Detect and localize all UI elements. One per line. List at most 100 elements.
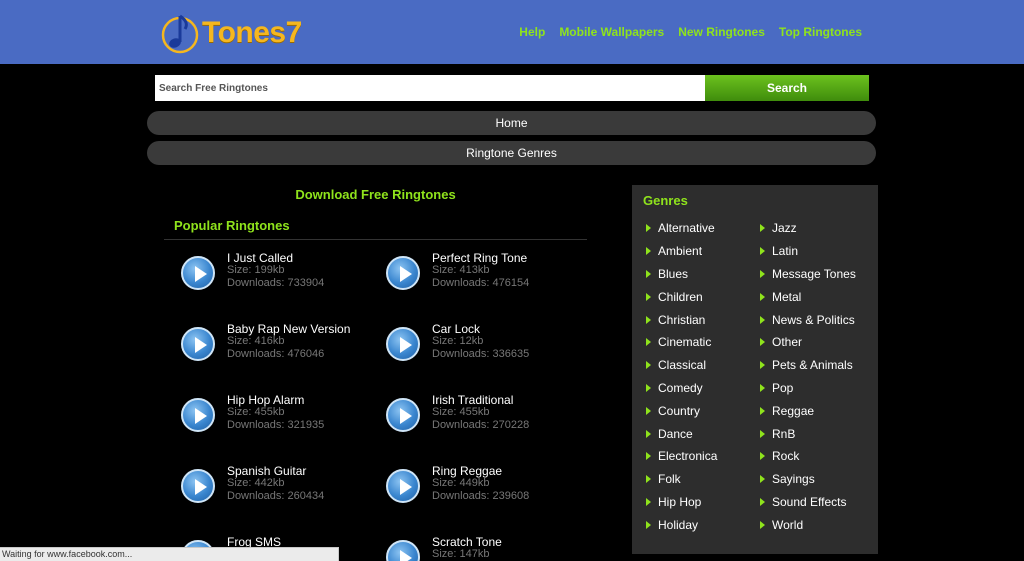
genre-label[interactable]: Metal xyxy=(772,290,801,304)
nav-top-ringtones[interactable]: Top Ringtones xyxy=(779,25,862,39)
genre-label[interactable]: Sayings xyxy=(772,472,815,486)
ringtone-item[interactable]: Baby Rap New Version Size: 416kb Downloa… xyxy=(181,322,381,378)
genre-label[interactable]: Sound Effects xyxy=(772,495,847,509)
ringtone-item[interactable]: Car Lock Size: 12kb Downloads: 336635 xyxy=(386,322,586,378)
genre-label[interactable]: Jazz xyxy=(772,221,797,235)
ringtone-name[interactable]: Irish Traditional xyxy=(432,393,513,407)
play-icon[interactable] xyxy=(386,327,420,361)
genre-link[interactable]: Pop xyxy=(760,377,856,400)
genre-link[interactable]: Folk xyxy=(646,468,717,491)
play-icon[interactable] xyxy=(181,398,215,432)
genre-link[interactable]: World xyxy=(760,513,856,536)
genre-label[interactable]: RnB xyxy=(772,427,795,441)
ringtone-name[interactable]: Spanish Guitar xyxy=(227,464,306,478)
genre-label[interactable]: Comedy xyxy=(658,381,703,395)
genre-link[interactable]: Christian xyxy=(646,308,717,331)
arrow-right-icon xyxy=(646,338,651,347)
genre-link[interactable]: RnB xyxy=(760,422,856,445)
ringtone-downloads: Downloads: 260434 xyxy=(227,490,325,502)
genre-link[interactable]: Sound Effects xyxy=(760,491,856,514)
genre-label[interactable]: Ambient xyxy=(658,244,702,258)
genre-label[interactable]: Holiday xyxy=(658,518,698,532)
genre-link[interactable]: Children xyxy=(646,285,717,308)
play-icon[interactable] xyxy=(181,256,215,290)
nav-mobile-wallpapers[interactable]: Mobile Wallpapers xyxy=(559,25,664,39)
genre-label[interactable]: Rock xyxy=(772,449,799,463)
arrow-right-icon xyxy=(646,269,651,278)
genre-label[interactable]: Latin xyxy=(772,244,798,258)
genre-link[interactable]: Latin xyxy=(760,240,856,263)
genre-link[interactable]: Dance xyxy=(646,422,717,445)
ringtone-item[interactable]: I Just Called Size: 199kb Downloads: 733… xyxy=(181,251,381,307)
genre-link[interactable]: Blues xyxy=(646,263,717,286)
genre-label[interactable]: Blues xyxy=(658,267,688,281)
genre-link[interactable]: Country xyxy=(646,399,717,422)
genre-label[interactable]: Country xyxy=(658,404,700,418)
search-button[interactable]: Search xyxy=(705,75,869,101)
ringtone-name[interactable]: Ring Reggae xyxy=(432,464,502,478)
genre-label[interactable]: Cinematic xyxy=(658,335,711,349)
genre-label[interactable]: Reggae xyxy=(772,404,814,418)
ringtone-name[interactable]: Perfect Ring Tone xyxy=(432,251,527,265)
genre-link[interactable]: Reggae xyxy=(760,399,856,422)
ringtone-name[interactable]: Car Lock xyxy=(432,322,480,336)
genre-link[interactable]: News & Politics xyxy=(760,308,856,331)
genre-link[interactable]: Other xyxy=(760,331,856,354)
genre-label[interactable]: Dance xyxy=(658,427,693,441)
arrow-right-icon xyxy=(760,383,765,392)
genre-label[interactable]: Other xyxy=(772,335,802,349)
genre-link[interactable]: Alternative xyxy=(646,217,717,240)
menu-ringtone-genres[interactable]: Ringtone Genres xyxy=(147,141,876,165)
ringtone-name[interactable]: Hip Hop Alarm xyxy=(227,393,304,407)
genre-link[interactable]: Pets & Animals xyxy=(760,354,856,377)
genre-label[interactable]: Christian xyxy=(658,313,705,327)
genres-panel: Genres Alternative Ambient Blues Children Ch… xyxy=(632,185,878,554)
ringtone-downloads: Downloads: 733904 xyxy=(227,277,325,289)
genre-label[interactable]: Hip Hop xyxy=(658,495,701,509)
nav-help[interactable]: Help xyxy=(519,25,545,39)
play-icon[interactable] xyxy=(386,540,420,561)
arrow-right-icon xyxy=(646,520,651,529)
genre-label[interactable]: Pets & Animals xyxy=(772,358,853,372)
genre-label[interactable]: Alternative xyxy=(658,221,715,235)
genre-link[interactable]: Rock xyxy=(760,445,856,468)
menu-home[interactable]: Home xyxy=(147,111,876,135)
play-icon[interactable] xyxy=(181,327,215,361)
genre-link[interactable]: Hip Hop xyxy=(646,491,717,514)
genre-link[interactable]: Sayings xyxy=(760,468,856,491)
genre-label[interactable]: Message Tones xyxy=(772,267,856,281)
play-icon[interactable] xyxy=(386,398,420,432)
genre-link[interactable]: Electronica xyxy=(646,445,717,468)
ringtone-item[interactable]: Irish Traditional Size: 455kb Downloads:… xyxy=(386,393,586,449)
genre-label[interactable]: Classical xyxy=(658,358,706,372)
genre-link[interactable]: Ambient xyxy=(646,240,717,263)
genre-label[interactable]: Children xyxy=(658,290,703,304)
arrow-right-icon xyxy=(760,452,765,461)
genre-label[interactable]: Electronica xyxy=(658,449,717,463)
genre-link[interactable]: Comedy xyxy=(646,377,717,400)
genre-label[interactable]: Folk xyxy=(658,472,681,486)
ringtone-item[interactable]: Spanish Guitar Size: 442kb Downloads: 26… xyxy=(181,464,381,520)
ringtone-name[interactable]: I Just Called xyxy=(227,251,293,265)
genre-label[interactable]: World xyxy=(772,518,803,532)
genre-link[interactable]: Cinematic xyxy=(646,331,717,354)
ringtone-item[interactable]: Scratch Tone Size: 147kb xyxy=(386,535,586,561)
nav-new-ringtones[interactable]: New Ringtones xyxy=(678,25,765,39)
play-icon[interactable] xyxy=(181,469,215,503)
ringtone-name[interactable]: Scratch Tone xyxy=(432,535,502,549)
play-icon[interactable] xyxy=(386,256,420,290)
genre-label[interactable]: News & Politics xyxy=(772,313,855,327)
genre-link[interactable]: Classical xyxy=(646,354,717,377)
ringtone-item[interactable]: Perfect Ring Tone Size: 413kb Downloads:… xyxy=(386,251,586,307)
genre-link[interactable]: Holiday xyxy=(646,513,717,536)
genre-link[interactable]: Jazz xyxy=(760,217,856,240)
ringtone-item[interactable]: Hip Hop Alarm Size: 455kb Downloads: 321… xyxy=(181,393,381,449)
genre-link[interactable]: Metal xyxy=(760,285,856,308)
genre-link[interactable]: Message Tones xyxy=(760,263,856,286)
search-input[interactable] xyxy=(155,75,705,101)
ringtone-item[interactable]: Ring Reggae Size: 449kb Downloads: 23960… xyxy=(386,464,586,520)
site-logo[interactable]: Tones7 xyxy=(160,10,302,56)
genre-label[interactable]: Pop xyxy=(772,381,793,395)
ringtone-name[interactable]: Baby Rap New Version xyxy=(227,322,350,336)
play-icon[interactable] xyxy=(386,469,420,503)
